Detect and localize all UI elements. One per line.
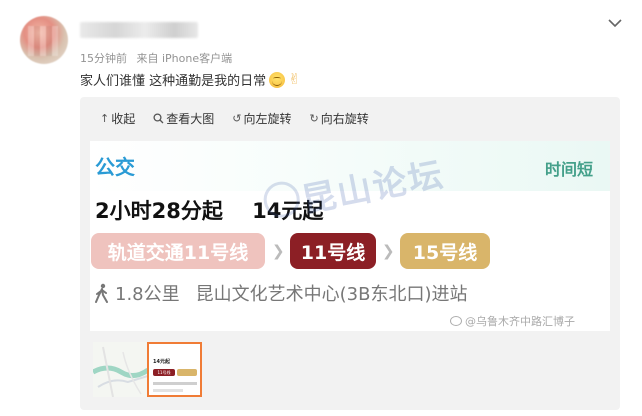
magnifier-icon — [153, 113, 164, 124]
rotate-right-button[interactable]: ↻ 向右旋转 — [309, 110, 368, 127]
thumbnail-route-card-selected[interactable]: 14元起 11号线 — [147, 342, 202, 397]
boarding-station: 昆山文化艺术中心(3B东北口)进站 — [195, 284, 468, 305]
transit-mode-title: 公交 — [95, 155, 135, 179]
rotate-right-icon: ↻ — [309, 112, 319, 125]
view-large-button[interactable]: 查看大图 — [153, 110, 214, 127]
rotate-left-icon: ↺ — [232, 112, 242, 125]
rotate-left-button[interactable]: ↺ 向左旋转 — [232, 110, 291, 127]
thumb-line-tag: 11号线 — [153, 369, 175, 376]
post-source: 来自 iPhone客户端 — [136, 52, 233, 65]
chevron-right-icon: ❯ — [272, 242, 285, 260]
thumbnail-map[interactable] — [93, 342, 148, 397]
collapse-button[interactable]: ↑ 收起 — [100, 110, 135, 127]
duration-text: 2小时28分起 — [95, 199, 223, 223]
post-meta: 15分钟前 来自 iPhone客户端 — [80, 50, 232, 66]
rotate-left-label: 向左旋转 — [243, 112, 292, 126]
collapse-label: 收起 — [111, 112, 136, 126]
thumb-price-text: 14元起 — [153, 359, 170, 365]
route-segment-metro-line-11: 轨道交通11号线 — [91, 233, 265, 269]
image-toolbar: ↑ 收起 查看大图 ↺ 向左旋转 ↻ 向右旋转 — [100, 110, 369, 127]
smile-emoji-icon — [269, 71, 286, 88]
victory-hand-emoji-icon: ✌ — [288, 70, 301, 88]
route-card-header — [90, 141, 610, 191]
walking-person-icon — [95, 283, 108, 303]
avatar[interactable] — [20, 16, 68, 64]
rotate-right-label: 向右旋转 — [320, 112, 369, 126]
walk-info: 1.8公里 昆山文化艺术中心(3B东北口)进站 — [93, 280, 468, 306]
chevron-down-icon[interactable] — [606, 14, 624, 32]
post-text-content: 家人们谁懂 这种通勤是我的日常 — [80, 74, 267, 89]
thumb-line-tag-2 — [177, 369, 197, 376]
price-text: 14元起 — [252, 199, 324, 223]
thumb-text-placeholder — [153, 382, 197, 385]
chevron-right-icon: ❯ — [382, 242, 395, 260]
weibo-logo-icon — [450, 316, 462, 326]
collapse-arrow-icon: ↑ — [100, 112, 110, 125]
route-segment-line-15: 15号线 — [400, 233, 490, 269]
post-time[interactable]: 15分钟前 — [80, 52, 127, 65]
walk-distance: 1.8公里 — [115, 284, 180, 305]
username-blurred[interactable] — [80, 22, 198, 38]
weibo-post: 15分钟前 来自 iPhone客户端 家人们谁懂 这种通勤是我的日常 ✌ ↑ 收… — [0, 0, 642, 416]
thumb-text-placeholder — [153, 389, 183, 392]
weibo-watermark: @乌鲁木齐中路汇博子 — [450, 313, 575, 329]
map-thumbnail-image — [93, 342, 148, 397]
weibo-watermark-text: @乌鲁木齐中路汇博子 — [465, 315, 575, 328]
post-text: 家人们谁懂 这种通勤是我的日常 ✌ — [80, 70, 301, 89]
view-large-label: 查看大图 — [166, 112, 215, 126]
route-segment-line-11: 11号线 — [290, 233, 376, 269]
shortest-time-tag: 时间短 — [545, 160, 594, 179]
duration-price-line: 2小时28分起 14元起 — [95, 195, 323, 225]
